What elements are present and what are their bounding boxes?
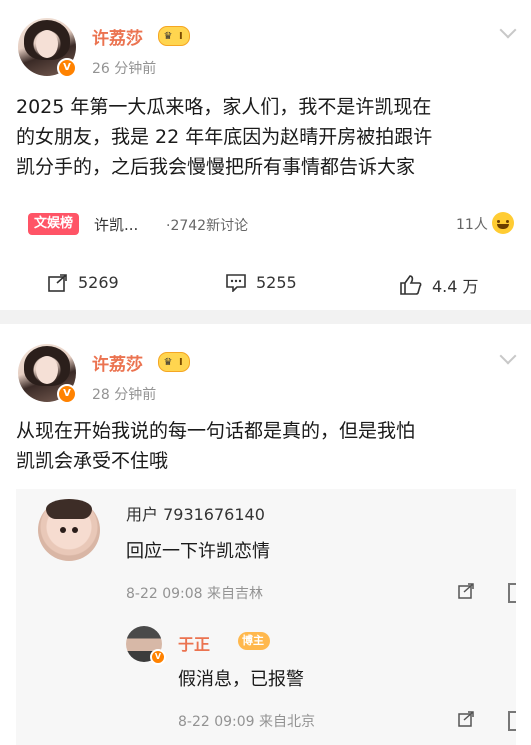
post-separator	[0, 310, 531, 324]
topic-name[interactable]: 许凯...	[94, 214, 138, 235]
comment-area: 用户 7931676140 回应一下许凯恋情 8-22 09:08 来自吉林 V…	[16, 489, 516, 745]
like-icon	[400, 275, 422, 295]
share-icon[interactable]	[458, 583, 474, 599]
chevron-down-icon[interactable]	[499, 21, 517, 39]
more-icon[interactable]	[508, 583, 516, 603]
author-badge: 博主	[238, 632, 270, 650]
crown-icon[interactable]: ♛ I	[158, 26, 190, 46]
username[interactable]: 许荔莎	[92, 350, 143, 375]
comment-username[interactable]: 用户 7931676140	[126, 501, 265, 525]
topic-discussion: ·2742新讨论	[166, 218, 249, 234]
reply-text: 假消息，已报警	[178, 669, 304, 690]
post-text: 2025 年第一大瓜来咯，家人们，我不是许凯现在 的女朋友，我是 22 年年底因…	[16, 96, 433, 178]
comment-meta: 8-22 09:08 来自吉林	[126, 586, 264, 602]
repost-button[interactable]: 5269	[48, 273, 119, 292]
people-count: 11人	[456, 217, 488, 233]
action-bar: 5269 5255 4.4 万	[0, 265, 531, 305]
post-text: 从现在开始我说的每一句话都是真的，但是我怕 凯凯会承受不住哦	[16, 420, 416, 472]
reply-meta: 8-22 09:09 来自北京	[178, 714, 316, 730]
comment-icon	[226, 273, 246, 292]
commenter-avatar[interactable]	[38, 499, 100, 561]
comment-button[interactable]: 5255	[226, 273, 297, 292]
reply-username[interactable]: 于正	[178, 631, 210, 655]
verified-icon: V	[57, 384, 77, 404]
crown-icon[interactable]: ♛ I	[158, 352, 190, 372]
like-button[interactable]: 4.4 万	[400, 273, 479, 297]
verified-icon: V	[150, 649, 166, 665]
share-icon[interactable]	[458, 711, 474, 727]
topic-tag: 文娱榜	[28, 213, 80, 235]
chevron-down-icon[interactable]	[499, 347, 517, 365]
laugh-emoji-icon	[492, 212, 514, 234]
topic-bar[interactable]: 文娱榜 许凯... ·2742新讨论 11人	[16, 204, 516, 244]
repost-icon	[48, 273, 67, 292]
comment-text: 回应一下许凯恋情	[126, 541, 270, 562]
post-time: 28 分钟前	[92, 387, 157, 403]
more-icon[interactable]	[508, 711, 516, 731]
post-1: V 许荔莎 ♛ I 26 分钟前 2025 年第一大瓜来咯，家人们，我不是许凯现在…	[0, 0, 531, 310]
verified-icon: V	[57, 58, 77, 78]
post-time: 26 分钟前	[92, 61, 157, 77]
username[interactable]: 许荔莎	[92, 24, 143, 49]
